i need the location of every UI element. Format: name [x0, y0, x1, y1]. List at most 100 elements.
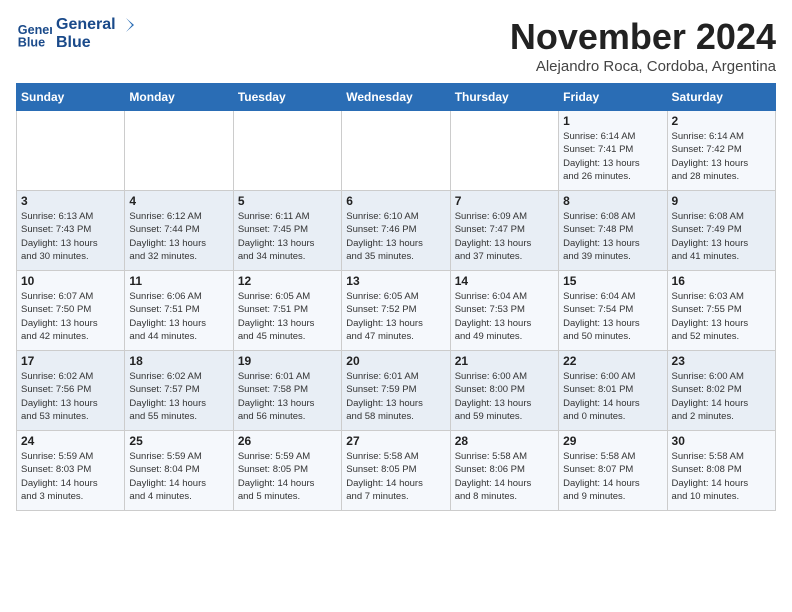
day-info: Sunrise: 5:58 AM Sunset: 8:05 PM Dayligh… [346, 450, 445, 503]
calendar-cell: 22 Sunrise: 6:00 AM Sunset: 8:01 PM Dayli… [559, 351, 667, 431]
day-number: 22 [563, 354, 662, 368]
calendar-cell [125, 111, 233, 191]
day-info: Sunrise: 5:59 AM Sunset: 8:04 PM Dayligh… [129, 450, 228, 503]
day-info: Sunrise: 6:03 AM Sunset: 7:55 PM Dayligh… [672, 290, 771, 343]
title-section: November 2024 Alejandro Roca, Cordoba, A… [510, 16, 776, 75]
day-number: 26 [238, 434, 337, 448]
day-info: Sunrise: 6:05 AM Sunset: 7:52 PM Dayligh… [346, 290, 445, 343]
calendar-week-3: 10 Sunrise: 6:07 AM Sunset: 7:50 PM Dayli… [17, 271, 776, 351]
calendar-cell: 10 Sunrise: 6:07 AM Sunset: 7:50 PM Dayli… [17, 271, 125, 351]
day-number: 5 [238, 194, 337, 208]
day-info: Sunrise: 6:08 AM Sunset: 7:48 PM Dayligh… [563, 210, 662, 263]
day-info: Sunrise: 6:11 AM Sunset: 7:45 PM Dayligh… [238, 210, 337, 263]
logo-line2: Blue [56, 34, 136, 52]
day-info: Sunrise: 6:00 AM Sunset: 8:00 PM Dayligh… [455, 370, 554, 423]
day-info: Sunrise: 6:00 AM Sunset: 8:01 PM Dayligh… [563, 370, 662, 423]
day-info: Sunrise: 6:04 AM Sunset: 7:54 PM Dayligh… [563, 290, 662, 343]
day-number: 4 [129, 194, 228, 208]
day-number: 2 [672, 114, 771, 128]
calendar-week-4: 17 Sunrise: 6:02 AM Sunset: 7:56 PM Dayli… [17, 351, 776, 431]
calendar-cell: 12 Sunrise: 6:05 AM Sunset: 7:51 PM Dayli… [233, 271, 341, 351]
calendar-cell: 1 Sunrise: 6:14 AM Sunset: 7:41 PM Daylig… [559, 111, 667, 191]
day-number: 9 [672, 194, 771, 208]
day-number: 19 [238, 354, 337, 368]
day-number: 8 [563, 194, 662, 208]
calendar-cell: 21 Sunrise: 6:00 AM Sunset: 8:00 PM Dayli… [450, 351, 558, 431]
day-number: 12 [238, 274, 337, 288]
day-info: Sunrise: 5:58 AM Sunset: 8:08 PM Dayligh… [672, 450, 771, 503]
calendar-week-1: 1 Sunrise: 6:14 AM Sunset: 7:41 PM Daylig… [17, 111, 776, 191]
day-number: 11 [129, 274, 228, 288]
calendar-cell [342, 111, 450, 191]
calendar-cell [233, 111, 341, 191]
day-number: 30 [672, 434, 771, 448]
calendar-cell: 5 Sunrise: 6:11 AM Sunset: 7:45 PM Daylig… [233, 191, 341, 271]
day-info: Sunrise: 6:09 AM Sunset: 7:47 PM Dayligh… [455, 210, 554, 263]
month-title: November 2024 [510, 16, 776, 58]
calendar-cell: 15 Sunrise: 6:04 AM Sunset: 7:54 PM Dayli… [559, 271, 667, 351]
day-number: 7 [455, 194, 554, 208]
calendar-cell: 14Sunrise: 6:04 AM Sunset: 7:53 PM Dayli… [450, 271, 558, 351]
day-info: Sunrise: 6:08 AM Sunset: 7:49 PM Dayligh… [672, 210, 771, 263]
day-info: Sunrise: 6:13 AM Sunset: 7:43 PM Dayligh… [21, 210, 120, 263]
weekday-header-saturday: Saturday [667, 84, 775, 111]
day-info: Sunrise: 6:10 AM Sunset: 7:46 PM Dayligh… [346, 210, 445, 263]
weekday-header-friday: Friday [559, 84, 667, 111]
logo-line1: General [56, 16, 116, 34]
day-info: Sunrise: 6:02 AM Sunset: 7:56 PM Dayligh… [21, 370, 120, 423]
weekday-header-row: SundayMondayTuesdayWednesdayThursdayFrid… [17, 84, 776, 111]
calendar-week-5: 24 Sunrise: 5:59 AM Sunset: 8:03 PM Dayli… [17, 431, 776, 511]
calendar-cell: 13 Sunrise: 6:05 AM Sunset: 7:52 PM Dayli… [342, 271, 450, 351]
day-number: 10 [21, 274, 120, 288]
weekday-header-thursday: Thursday [450, 84, 558, 111]
day-info: Sunrise: 6:14 AM Sunset: 7:41 PM Dayligh… [563, 130, 662, 183]
day-number: 15 [563, 274, 662, 288]
calendar-cell [17, 111, 125, 191]
day-number: 17 [21, 354, 120, 368]
day-number: 25 [129, 434, 228, 448]
day-info: Sunrise: 6:01 AM Sunset: 7:59 PM Dayligh… [346, 370, 445, 423]
day-number: 16 [672, 274, 771, 288]
calendar-cell: 7 Sunrise: 6:09 AM Sunset: 7:47 PM Daylig… [450, 191, 558, 271]
weekday-header-sunday: Sunday [17, 84, 125, 111]
day-number: 29 [563, 434, 662, 448]
weekday-header-wednesday: Wednesday [342, 84, 450, 111]
day-number: 21 [455, 354, 554, 368]
calendar-table: SundayMondayTuesdayWednesdayThursdayFrid… [16, 83, 776, 511]
calendar-cell: 2 Sunrise: 6:14 AM Sunset: 7:42 PM Daylig… [667, 111, 775, 191]
logo-arrow-icon [118, 16, 136, 34]
calendar-cell [450, 111, 558, 191]
day-number: 24 [21, 434, 120, 448]
day-info: Sunrise: 6:02 AM Sunset: 7:57 PM Dayligh… [129, 370, 228, 423]
day-info: Sunrise: 6:00 AM Sunset: 8:02 PM Dayligh… [672, 370, 771, 423]
day-info: Sunrise: 6:07 AM Sunset: 7:50 PM Dayligh… [21, 290, 120, 343]
day-number: 13 [346, 274, 445, 288]
calendar-cell: 25 Sunrise: 5:59 AM Sunset: 8:04 PM Dayli… [125, 431, 233, 511]
calendar-week-2: 3Sunrise: 6:13 AM Sunset: 7:43 PM Daylig… [17, 191, 776, 271]
day-number: 23 [672, 354, 771, 368]
logo-icon: General Blue [16, 16, 52, 52]
header: General Blue General Blue November 2024 … [16, 16, 776, 75]
day-info: Sunrise: 6:05 AM Sunset: 7:51 PM Dayligh… [238, 290, 337, 343]
calendar-cell: 11Sunrise: 6:06 AM Sunset: 7:51 PM Dayli… [125, 271, 233, 351]
day-info: Sunrise: 6:14 AM Sunset: 7:42 PM Dayligh… [672, 130, 771, 183]
calendar-cell: 30 Sunrise: 5:58 AM Sunset: 8:08 PM Dayli… [667, 431, 775, 511]
calendar-cell: 16 Sunrise: 6:03 AM Sunset: 7:55 PM Dayli… [667, 271, 775, 351]
day-number: 1 [563, 114, 662, 128]
weekday-header-tuesday: Tuesday [233, 84, 341, 111]
logo: General Blue General Blue [16, 16, 136, 52]
location-title: Alejandro Roca, Cordoba, Argentina [510, 58, 776, 75]
calendar-cell: 20Sunrise: 6:01 AM Sunset: 7:59 PM Dayli… [342, 351, 450, 431]
calendar-cell: 8 Sunrise: 6:08 AM Sunset: 7:48 PM Daylig… [559, 191, 667, 271]
day-info: Sunrise: 5:59 AM Sunset: 8:03 PM Dayligh… [21, 450, 120, 503]
calendar-cell: 23 Sunrise: 6:00 AM Sunset: 8:02 PM Dayli… [667, 351, 775, 431]
day-number: 18 [129, 354, 228, 368]
calendar-cell: 17 Sunrise: 6:02 AM Sunset: 7:56 PM Dayli… [17, 351, 125, 431]
day-info: Sunrise: 6:12 AM Sunset: 7:44 PM Dayligh… [129, 210, 228, 263]
calendar-cell: 27Sunrise: 5:58 AM Sunset: 8:05 PM Dayli… [342, 431, 450, 511]
calendar-cell: 9 Sunrise: 6:08 AM Sunset: 7:49 PM Daylig… [667, 191, 775, 271]
calendar-cell: 4 Sunrise: 6:12 AM Sunset: 7:44 PM Daylig… [125, 191, 233, 271]
weekday-header-monday: Monday [125, 84, 233, 111]
day-info: Sunrise: 6:04 AM Sunset: 7:53 PM Dayligh… [455, 290, 554, 343]
calendar-cell: 24 Sunrise: 5:59 AM Sunset: 8:03 PM Dayli… [17, 431, 125, 511]
